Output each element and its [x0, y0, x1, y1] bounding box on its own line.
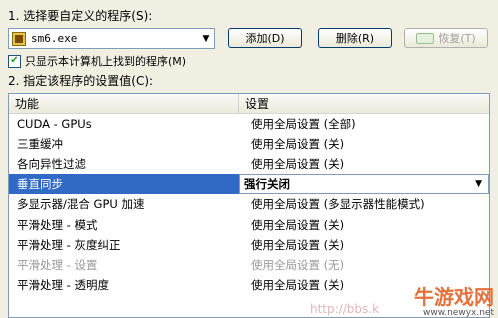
table-row[interactable]: 平滑处理 - 模式 使用全局设置 (关): [9, 214, 489, 234]
row-setting-dropdown[interactable]: 强行关闭 ▼: [239, 174, 489, 195]
row-setting: 使用全局设置 (关): [251, 157, 345, 172]
add-button[interactable]: 添加(D): [228, 28, 302, 48]
row-feature: 多显示器/混合 GPU 加速: [17, 197, 145, 212]
header-setting[interactable]: 设置: [239, 94, 489, 113]
table-row-disabled: 平滑处理 - 设置 使用全局设置 (无): [9, 255, 489, 275]
row-feature: 平滑处理 - 透明度: [17, 277, 109, 292]
row-setting: 使用全局设置 (全部): [251, 117, 356, 132]
only-show-found-row[interactable]: ✔ 只显示本计算机上找到的程序(M): [8, 53, 186, 69]
program-exe-icon: [12, 31, 26, 46]
row-feature: 垂直同步: [9, 174, 239, 195]
program-value: sm6.exe: [31, 32, 78, 45]
row-feature: 平滑处理 - 灰度纠正: [17, 237, 121, 252]
chevron-down-icon[interactable]: ▼: [475, 179, 482, 189]
header-feature[interactable]: 功能: [9, 94, 239, 113]
row-feature: 各向异性过滤: [17, 157, 86, 172]
row-setting: 使用全局设置 (关): [251, 237, 345, 252]
only-show-found-label: 只显示本计算机上找到的程序(M): [25, 55, 187, 68]
watermark-url: www.newyx.net: [422, 308, 494, 318]
row-feature: CUDA - GPUs: [17, 117, 92, 132]
row-feature: 平滑处理 - 设置: [17, 257, 98, 272]
restore-button[interactable]: 恢复(T): [404, 28, 488, 48]
table-row[interactable]: 三重缓冲 使用全局设置 (关): [9, 134, 489, 154]
row-feature: 平滑处理 - 模式: [17, 217, 98, 232]
step1-label: 1. 选择要自定义的程序(S):: [8, 9, 153, 23]
row-setting: 使用全局设置 (关): [251, 217, 345, 232]
row-setting: 使用全局设置 (关): [251, 137, 345, 152]
watermark-logo: 牛游戏网: [402, 278, 494, 312]
only-show-found-checkbox[interactable]: ✔: [8, 54, 21, 68]
table-header: 功能 设置: [9, 94, 489, 114]
program-dropdown[interactable]: sm6.exe ▼: [8, 28, 215, 49]
step2-label: 2. 指定该程序的设置值(C):: [8, 74, 154, 88]
row-setting-value: 强行关闭: [244, 177, 290, 192]
row-setting: 使用全局设置 (无): [251, 257, 345, 272]
row-feature: 三重缓冲: [17, 137, 63, 152]
restore-button-label: 恢复(T): [438, 32, 476, 45]
restore-icon: [416, 32, 435, 44]
watermark-url-overlay: http://bbs.k: [310, 302, 380, 316]
table-row[interactable]: 平滑处理 - 灰度纠正 使用全局设置 (关): [9, 235, 489, 255]
table-row[interactable]: 各向异性过滤 使用全局设置 (关): [9, 154, 489, 174]
chevron-down-icon[interactable]: ▼: [198, 29, 214, 48]
table-row[interactable]: 多显示器/混合 GPU 加速 使用全局设置 (多显示器性能模式): [9, 194, 489, 214]
table-row-selected[interactable]: 垂直同步 强行关闭 ▼: [9, 174, 489, 195]
delete-button[interactable]: 删除(R): [318, 28, 392, 48]
table-row[interactable]: CUDA - GPUs 使用全局设置 (全部): [9, 114, 489, 134]
row-setting: 使用全局设置 (多显示器性能模式): [251, 197, 425, 212]
watermark-logo-text: 牛游戏网: [414, 284, 494, 309]
